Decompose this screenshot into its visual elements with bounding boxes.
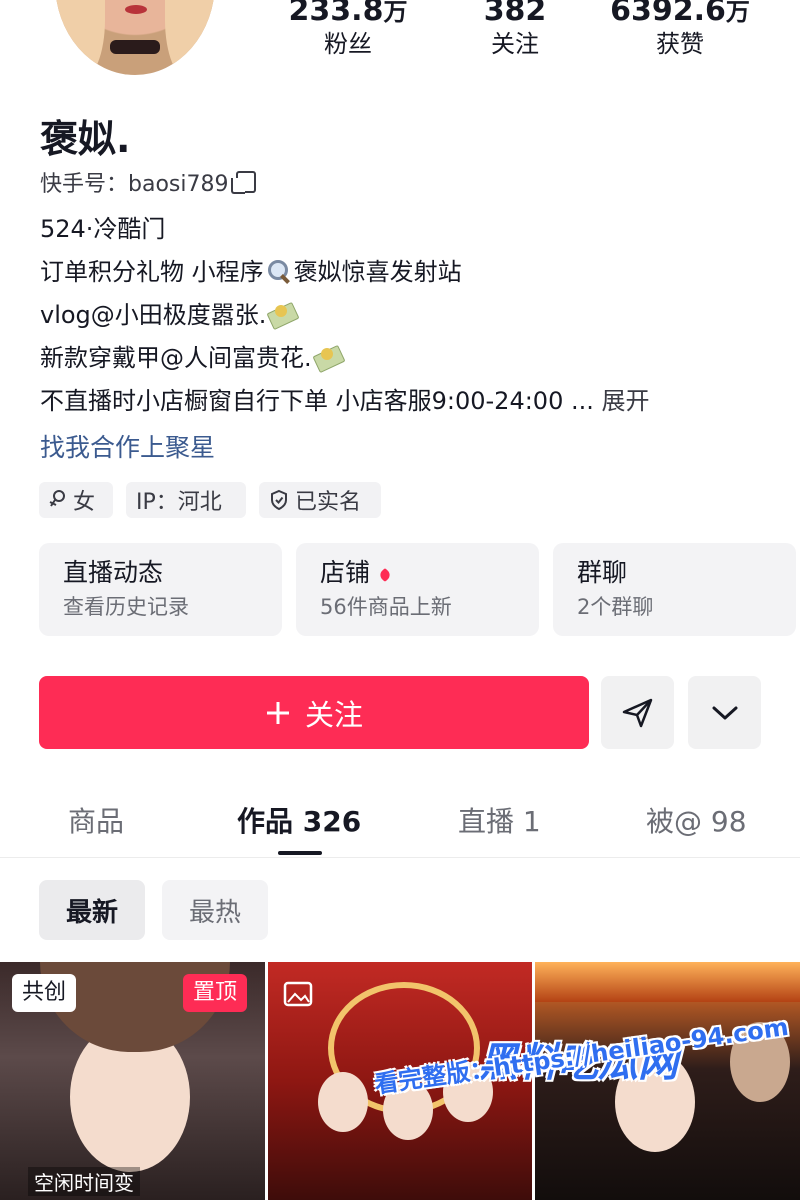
bio-line: 新款穿戴甲@人间富贵花.: [40, 343, 346, 373]
card-live-history[interactable]: 直播动态 查看历史记录: [39, 543, 282, 636]
stat-number: 233.8万: [288, 0, 408, 28]
video-thumbnail[interactable]: 共创 置顶 空闲时间变: [0, 962, 265, 1200]
filter-hottest[interactable]: 最热: [162, 880, 268, 940]
card-title: 群聊: [577, 558, 628, 587]
bio-line: vlog@小田极度嚣张.: [40, 300, 300, 330]
follow-label: 关注: [304, 697, 363, 732]
stat-label: 粉丝: [324, 30, 372, 58]
chevron-down-icon: [712, 706, 737, 719]
tag-ip: IP：河北: [126, 482, 246, 518]
stat-number: 382: [483, 0, 547, 28]
card-subtitle: 2个群聊: [577, 595, 654, 619]
tab-live[interactable]: 直播 1: [458, 800, 541, 840]
stat-number: 6392.6万: [610, 0, 750, 28]
profile-name: 褒姒.: [40, 117, 131, 161]
avatar[interactable]: [55, 0, 215, 75]
bio-line: 不直播时小店橱窗自行下单 小店客服9:00-24:00 ... 展开: [40, 387, 650, 415]
pinned-badge: 置顶: [183, 974, 248, 1012]
divider: [0, 857, 800, 858]
share-button[interactable]: [601, 676, 674, 749]
stat-likes[interactable]: 6392.6万 获赞: [595, 0, 765, 59]
co-creation-badge: 共创: [12, 974, 77, 1012]
filter-latest[interactable]: 最新: [39, 880, 145, 940]
card-subtitle: 56件商品上新: [320, 595, 452, 619]
female-icon: [49, 490, 65, 507]
stat-label: 获赞: [656, 30, 704, 58]
cooperation-link[interactable]: 找我合作上聚星: [40, 428, 215, 464]
card-subtitle: 查看历史记录: [63, 595, 189, 619]
money-icon: [266, 303, 300, 327]
card-title: 店铺: [320, 557, 515, 589]
fire-icon: [378, 567, 392, 581]
follow-button[interactable]: 关注: [39, 676, 589, 749]
tag-verified: 已实名: [259, 482, 381, 518]
more-button[interactable]: [688, 676, 761, 749]
card-group-chat[interactable]: 群聊 2个群聊: [553, 543, 796, 636]
shield-check-icon: [271, 489, 287, 511]
card-title: 直播动态: [63, 558, 164, 587]
stat-following[interactable]: 382 关注: [430, 0, 600, 59]
bio-line: 524·冷酷门: [40, 215, 166, 243]
magnifier-icon: [264, 258, 294, 284]
stat-fans[interactable]: 233.8万 粉丝: [263, 0, 433, 59]
video-caption: 空闲时间变: [28, 1167, 140, 1196]
tag-gender: 女: [39, 482, 113, 518]
card-shop[interactable]: 店铺 56件商品上新: [296, 543, 539, 636]
tab-works[interactable]: 作品 326: [237, 800, 361, 840]
copy-icon[interactable]: [231, 171, 257, 194]
bio-line: 订单积分礼物 小程序 褒姒惊喜发射站: [40, 258, 462, 286]
tab-mentions[interactable]: 被@ 98: [646, 800, 747, 840]
plus-icon: [266, 701, 289, 724]
paper-plane-icon: [622, 698, 652, 727]
kuaishou-id-text: 快手号：baosi789: [40, 172, 229, 197]
image-post-icon: [283, 981, 313, 1007]
kuaishou-id[interactable]: 快手号：baosi789: [40, 166, 257, 198]
expand-link[interactable]: 展开: [602, 387, 650, 415]
tab-products[interactable]: 商品: [68, 800, 124, 840]
active-tab-indicator: [278, 851, 322, 855]
money-icon: [312, 346, 346, 370]
stat-label: 关注: [491, 30, 539, 58]
